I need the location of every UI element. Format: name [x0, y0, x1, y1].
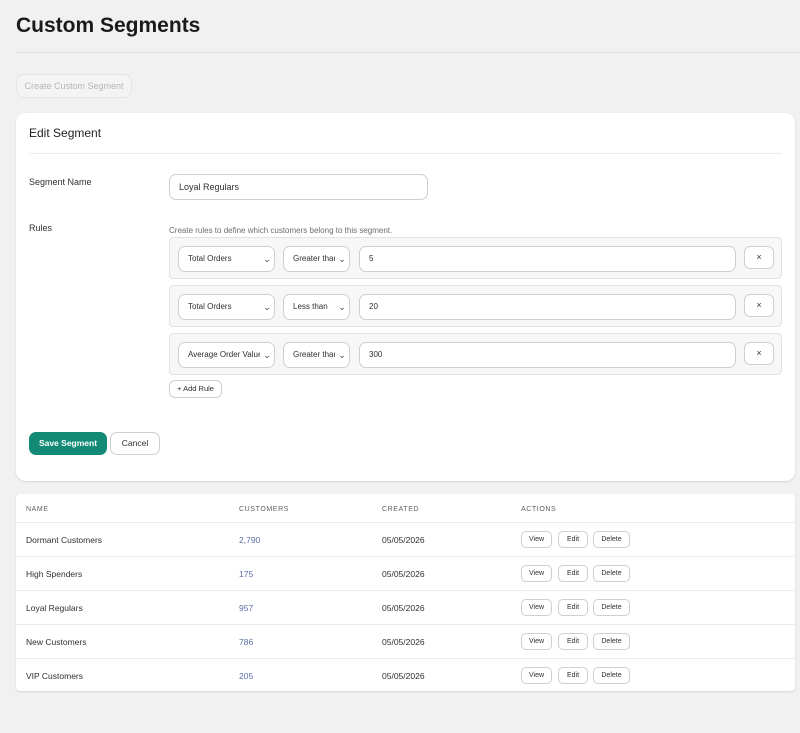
page-title: Custom Segments: [16, 14, 201, 37]
save-segment-button[interactable]: Save Segment: [29, 432, 107, 455]
rules-help-text: Create rules to define which customers b…: [169, 226, 393, 235]
table-row: New Customers 786 05/05/2026 View Edit D…: [16, 625, 795, 659]
customers-count-link[interactable]: 786: [239, 637, 253, 647]
edit-button[interactable]: Edit: [558, 565, 588, 582]
rule-value-input[interactable]: 20: [359, 294, 736, 320]
add-rule-button[interactable]: + Add Rule: [169, 380, 222, 398]
create-custom-segment-button[interactable]: Create Custom Segment: [16, 74, 132, 98]
edit-segment-title: Edit Segment: [29, 126, 102, 140]
close-icon: ×: [756, 252, 762, 262]
rule-operator-select[interactable]: Less than ⌄: [283, 294, 350, 320]
chevron-down-icon: ⌄: [260, 343, 274, 367]
rule-operator-value: Less than: [293, 302, 328, 311]
delete-button[interactable]: Delete: [593, 565, 630, 582]
created-date-cell: 05/05/2026: [382, 569, 425, 579]
table-row: High Spenders 175 05/05/2026 View Edit D…: [16, 557, 795, 591]
rule-field-value: Total Orders: [188, 254, 232, 263]
edit-button[interactable]: Edit: [558, 599, 588, 616]
view-button[interactable]: View: [521, 633, 552, 650]
table-row: Loyal Regulars 957 05/05/2026 View Edit …: [16, 591, 795, 625]
segment-name-cell: Loyal Regulars: [26, 603, 83, 613]
segment-name-label: Segment Name: [29, 177, 92, 187]
customers-count-link[interactable]: 205: [239, 671, 253, 681]
table-row: VIP Customers 205 05/05/2026 View Edit D…: [16, 659, 795, 693]
chevron-down-icon: ⌄: [260, 295, 274, 319]
created-date-cell: 05/05/2026: [382, 603, 425, 613]
rule-row: Total Orders ⌄ Less than ⌄ 20 ×: [169, 285, 782, 327]
remove-rule-button[interactable]: ×: [744, 294, 774, 317]
view-button[interactable]: View: [521, 531, 552, 548]
remove-rule-button[interactable]: ×: [744, 246, 774, 269]
created-date-cell: 05/05/2026: [382, 637, 425, 647]
customers-count-link[interactable]: 2,790: [239, 535, 260, 545]
close-icon: ×: [756, 348, 762, 358]
edit-button[interactable]: Edit: [558, 667, 588, 684]
card-divider: [29, 153, 782, 154]
delete-button[interactable]: Delete: [593, 531, 630, 548]
edit-button[interactable]: Edit: [558, 633, 588, 650]
segment-name-cell: New Customers: [26, 637, 87, 647]
rule-operator-select[interactable]: Greater than ⌄: [283, 342, 350, 368]
rule-operator-select[interactable]: Greater than ⌄: [283, 246, 350, 272]
rule-row: Total Orders ⌄ Greater than ⌄ 5 ×: [169, 237, 782, 279]
column-header-customers: CUSTOMERS: [239, 506, 289, 513]
delete-button[interactable]: Delete: [593, 599, 630, 616]
view-button[interactable]: View: [521, 565, 552, 582]
chevron-down-icon: ⌄: [335, 295, 349, 319]
customers-count-link[interactable]: 175: [239, 569, 253, 579]
created-date-cell: 05/05/2026: [382, 671, 425, 681]
rule-field-select[interactable]: Total Orders ⌄: [178, 246, 275, 272]
segment-name-cell: VIP Customers: [26, 671, 84, 681]
view-button[interactable]: View: [521, 667, 552, 684]
segments-table: NAME CUSTOMERS CREATED ACTIONS Dormant C…: [16, 494, 795, 691]
rules-label: Rules: [29, 223, 53, 233]
segment-name-input[interactable]: Loyal Regulars: [169, 174, 428, 200]
delete-button[interactable]: Delete: [593, 667, 630, 684]
title-divider: [16, 52, 800, 53]
customers-count-link[interactable]: 957: [239, 603, 253, 613]
view-button[interactable]: View: [521, 599, 552, 616]
delete-button[interactable]: Delete: [593, 633, 630, 650]
rule-operator-value: Greater than: [293, 350, 338, 359]
close-icon: ×: [756, 300, 762, 310]
rule-operator-value: Greater than: [293, 254, 338, 263]
table-row: Dormant Customers 2,790 05/05/2026 View …: [16, 523, 795, 557]
rule-row: Average Order Value ⌄ Greater than ⌄ 300…: [169, 333, 782, 375]
column-header-created: CREATED: [382, 506, 420, 513]
edit-button[interactable]: Edit: [558, 531, 588, 548]
segment-name-cell: High Spenders: [26, 569, 83, 579]
column-header-actions: ACTIONS: [521, 506, 557, 513]
rule-value-input[interactable]: 5: [359, 246, 736, 272]
column-header-name: NAME: [26, 506, 49, 513]
chevron-down-icon: ⌄: [335, 343, 349, 367]
rule-field-value: Average Order Value: [188, 350, 263, 359]
created-date-cell: 05/05/2026: [382, 535, 425, 545]
chevron-down-icon: ⌄: [335, 247, 349, 271]
rule-field-value: Total Orders: [188, 302, 232, 311]
rule-field-select[interactable]: Total Orders ⌄: [178, 294, 275, 320]
rule-field-select[interactable]: Average Order Value ⌄: [178, 342, 275, 368]
chevron-down-icon: ⌄: [260, 247, 274, 271]
segment-name-cell: Dormant Customers: [26, 535, 103, 545]
rule-value-input[interactable]: 300: [359, 342, 736, 368]
edit-segment-card: Edit Segment Segment Name Loyal Regulars…: [16, 113, 795, 481]
cancel-button[interactable]: Cancel: [110, 432, 160, 455]
remove-rule-button[interactable]: ×: [744, 342, 774, 365]
